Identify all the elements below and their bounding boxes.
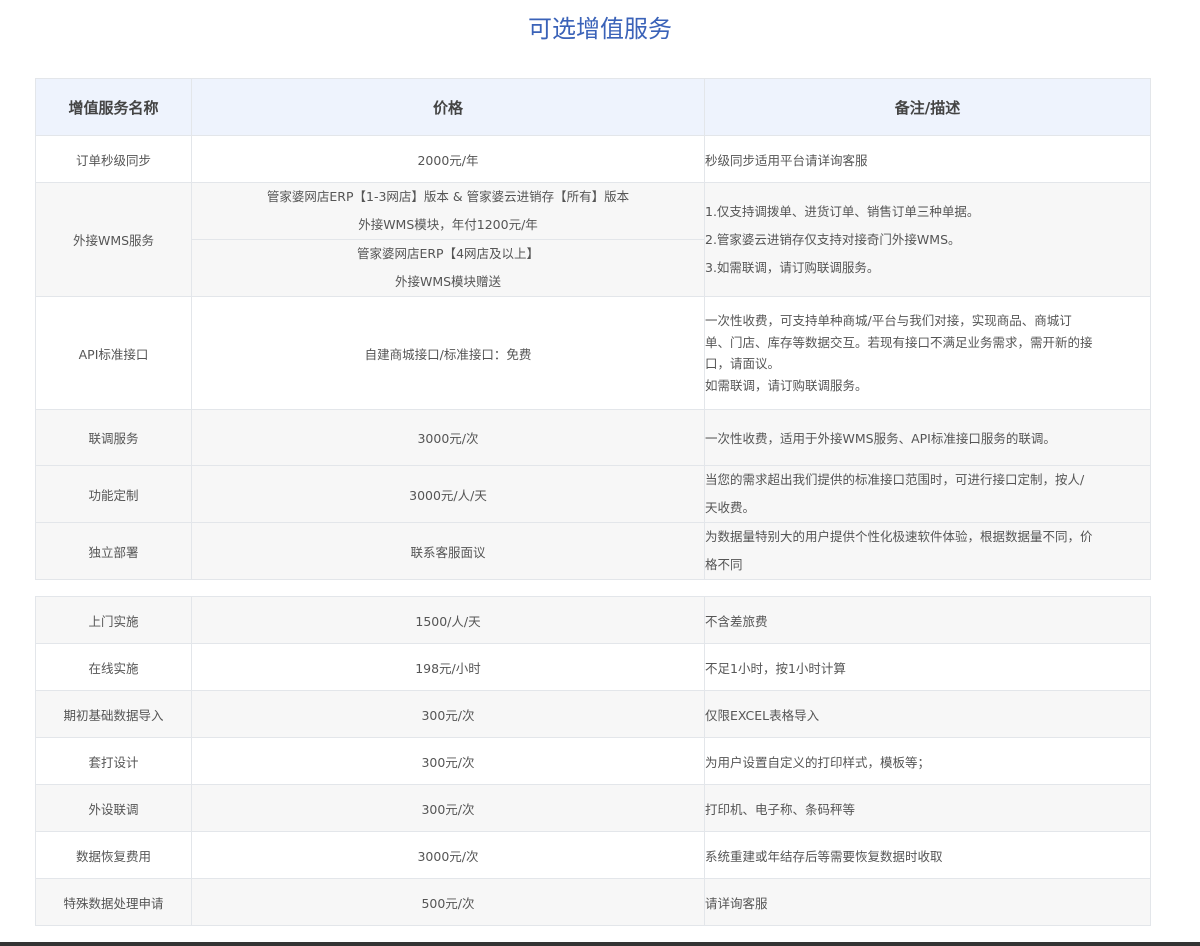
table-row: 期初基础数据导入 300元/次 仅限EXCEL表格导入: [35, 690, 1151, 738]
header-note: 备注/描述: [704, 78, 1151, 136]
service-price: 300元/次: [191, 690, 705, 738]
price-line: 管家婆网店ERP【1-3网店】版本 & 管家婆云进销存【所有】版本: [266, 189, 630, 204]
service-price-option-a: 管家婆网店ERP【1-3网店】版本 & 管家婆云进销存【所有】版本 外接WMS模…: [191, 182, 705, 240]
service-name: 数据恢复费用: [35, 831, 192, 879]
table-row: 功能定制 3000元/人/天 当您的需求超出我们提供的标准接口范围时，可进行接口…: [35, 465, 1151, 523]
implementation-services-table: 上门实施 1500/人/天 不含差旅费 在线实施 198元/小时 不足1小时，按…: [35, 596, 1151, 926]
service-price: 3000元/次: [191, 831, 705, 879]
service-price: 1500/人/天: [191, 596, 705, 644]
service-note: 打印机、电子称、条码秤等: [704, 784, 1151, 832]
note-line: 单、门店、库存等数据交互。若现有接口不满足业务需求，需开新的接: [705, 334, 1093, 350]
service-name: 期初基础数据导入: [35, 690, 192, 738]
note-line: 天收费。: [705, 500, 756, 515]
header-service-name: 增值服务名称: [35, 78, 192, 136]
service-price: 500元/次: [191, 878, 705, 926]
service-name: API标准接口: [35, 296, 192, 410]
service-note: 不含差旅费: [704, 596, 1151, 644]
table-row: 订单秒级同步 2000元/年 秒级同步适用平台请详询客服: [35, 135, 1151, 183]
price-line: 外接WMS模块，年付1200元/年: [358, 217, 538, 232]
service-name: 功能定制: [35, 465, 192, 523]
table-header-row: 增值服务名称 价格 备注/描述: [35, 78, 1151, 136]
service-name: 上门实施: [35, 596, 192, 644]
service-price: 198元/小时: [191, 643, 705, 691]
service-name: 外接WMS服务: [35, 182, 192, 297]
page-title: 可选增值服务: [528, 15, 672, 43]
service-price: 300元/次: [191, 784, 705, 832]
service-price: 3000元/次: [191, 409, 705, 466]
service-note: 仅限EXCEL表格导入: [704, 690, 1151, 738]
note-line: 2.管家婆云进销存仅支持对接奇门外接WMS。: [705, 231, 961, 247]
note-line: 格不同: [705, 557, 743, 572]
service-name: 外设联调: [35, 784, 192, 832]
price-line: 外接WMS模块赠送: [394, 274, 502, 289]
service-name: 在线实施: [35, 643, 192, 691]
note-line: 为数据量特别大的用户提供个性化极速软件体验，根据数据量不同，价: [705, 529, 1093, 544]
bottom-divider: [0, 942, 1200, 946]
service-name: 订单秒级同步: [35, 135, 192, 183]
service-name: 独立部署: [35, 522, 192, 580]
service-note: 为数据量特别大的用户提供个性化极速软件体验，根据数据量不同，价 格不同: [704, 522, 1151, 580]
service-name: 特殊数据处理申请: [35, 878, 192, 926]
note-line: 当您的需求超出我们提供的标准接口范围时，可进行接口定制，按人/: [705, 472, 1085, 487]
table-row: 特殊数据处理申请 500元/次 请详询客服: [35, 878, 1151, 926]
price-line: 管家婆网店ERP【4网店及以上】: [356, 246, 540, 261]
service-note: 系统重建或年结存后等需要恢复数据时收取: [704, 831, 1151, 879]
service-note: 一次性收费，适用于外接WMS服务、API标准接口服务的联调。: [704, 409, 1151, 466]
table-row: 套打设计 300元/次 为用户设置自定义的打印样式，模板等；: [35, 737, 1151, 785]
header-price: 价格: [191, 78, 705, 136]
table-row: 外接WMS服务 管家婆网店ERP【1-3网店】版本 & 管家婆云进销存【所有】版…: [35, 182, 1151, 297]
table-row: 联调服务 3000元/次 一次性收费，适用于外接WMS服务、API标准接口服务的…: [35, 409, 1151, 466]
service-name: 套打设计: [35, 737, 192, 785]
service-price: 2000元/年: [191, 135, 705, 183]
service-note: 不足1小时，按1小时计算: [704, 643, 1151, 691]
service-price-option-b: 管家婆网店ERP【4网店及以上】 外接WMS模块赠送: [191, 239, 705, 297]
note-line: 如需联调，请订购联调服务。: [705, 377, 868, 393]
service-note: 一次性收费，可支持单种商城/平台与我们对接，实现商品、商城订 单、门店、库存等数…: [704, 296, 1151, 410]
service-name: 联调服务: [35, 409, 192, 466]
note-line: 口，请面议。: [705, 356, 781, 371]
service-note: 秒级同步适用平台请详询客服: [704, 135, 1151, 183]
service-note: 为用户设置自定义的打印样式，模板等；: [704, 737, 1151, 785]
service-price: 自建商城接口/标准接口：免费: [191, 296, 705, 410]
note-line: 1.仅支持调拨单、进货订单、销售订单三种单据。: [705, 203, 980, 219]
service-price: 300元/次: [191, 737, 705, 785]
service-note: 1.仅支持调拨单、进货订单、销售订单三种单据。 2.管家婆云进销存仅支持对接奇门…: [704, 182, 1151, 297]
table-row: 数据恢复费用 3000元/次 系统重建或年结存后等需要恢复数据时收取: [35, 831, 1151, 879]
table-row: 独立部署 联系客服面议 为数据量特别大的用户提供个性化极速软件体验，根据数据量不…: [35, 522, 1151, 580]
note-line: 3.如需联调，请订购联调服务。: [705, 259, 880, 275]
table-row: 外设联调 300元/次 打印机、电子称、条码秤等: [35, 784, 1151, 832]
table-row: 上门实施 1500/人/天 不含差旅费: [35, 596, 1151, 644]
service-note: 当您的需求超出我们提供的标准接口范围时，可进行接口定制，按人/ 天收费。: [704, 465, 1151, 523]
value-added-services-table: 增值服务名称 价格 备注/描述 订单秒级同步 2000元/年 秒级同步适用平台请…: [35, 78, 1151, 580]
service-note: 请详询客服: [704, 878, 1151, 926]
table-row: 在线实施 198元/小时 不足1小时，按1小时计算: [35, 643, 1151, 691]
service-price: 3000元/人/天: [191, 465, 705, 523]
service-price: 联系客服面议: [191, 522, 705, 580]
table-row: API标准接口 自建商城接口/标准接口：免费 一次性收费，可支持单种商城/平台与…: [35, 296, 1151, 410]
note-line: 一次性收费，可支持单种商城/平台与我们对接，实现商品、商城订: [705, 313, 1072, 328]
